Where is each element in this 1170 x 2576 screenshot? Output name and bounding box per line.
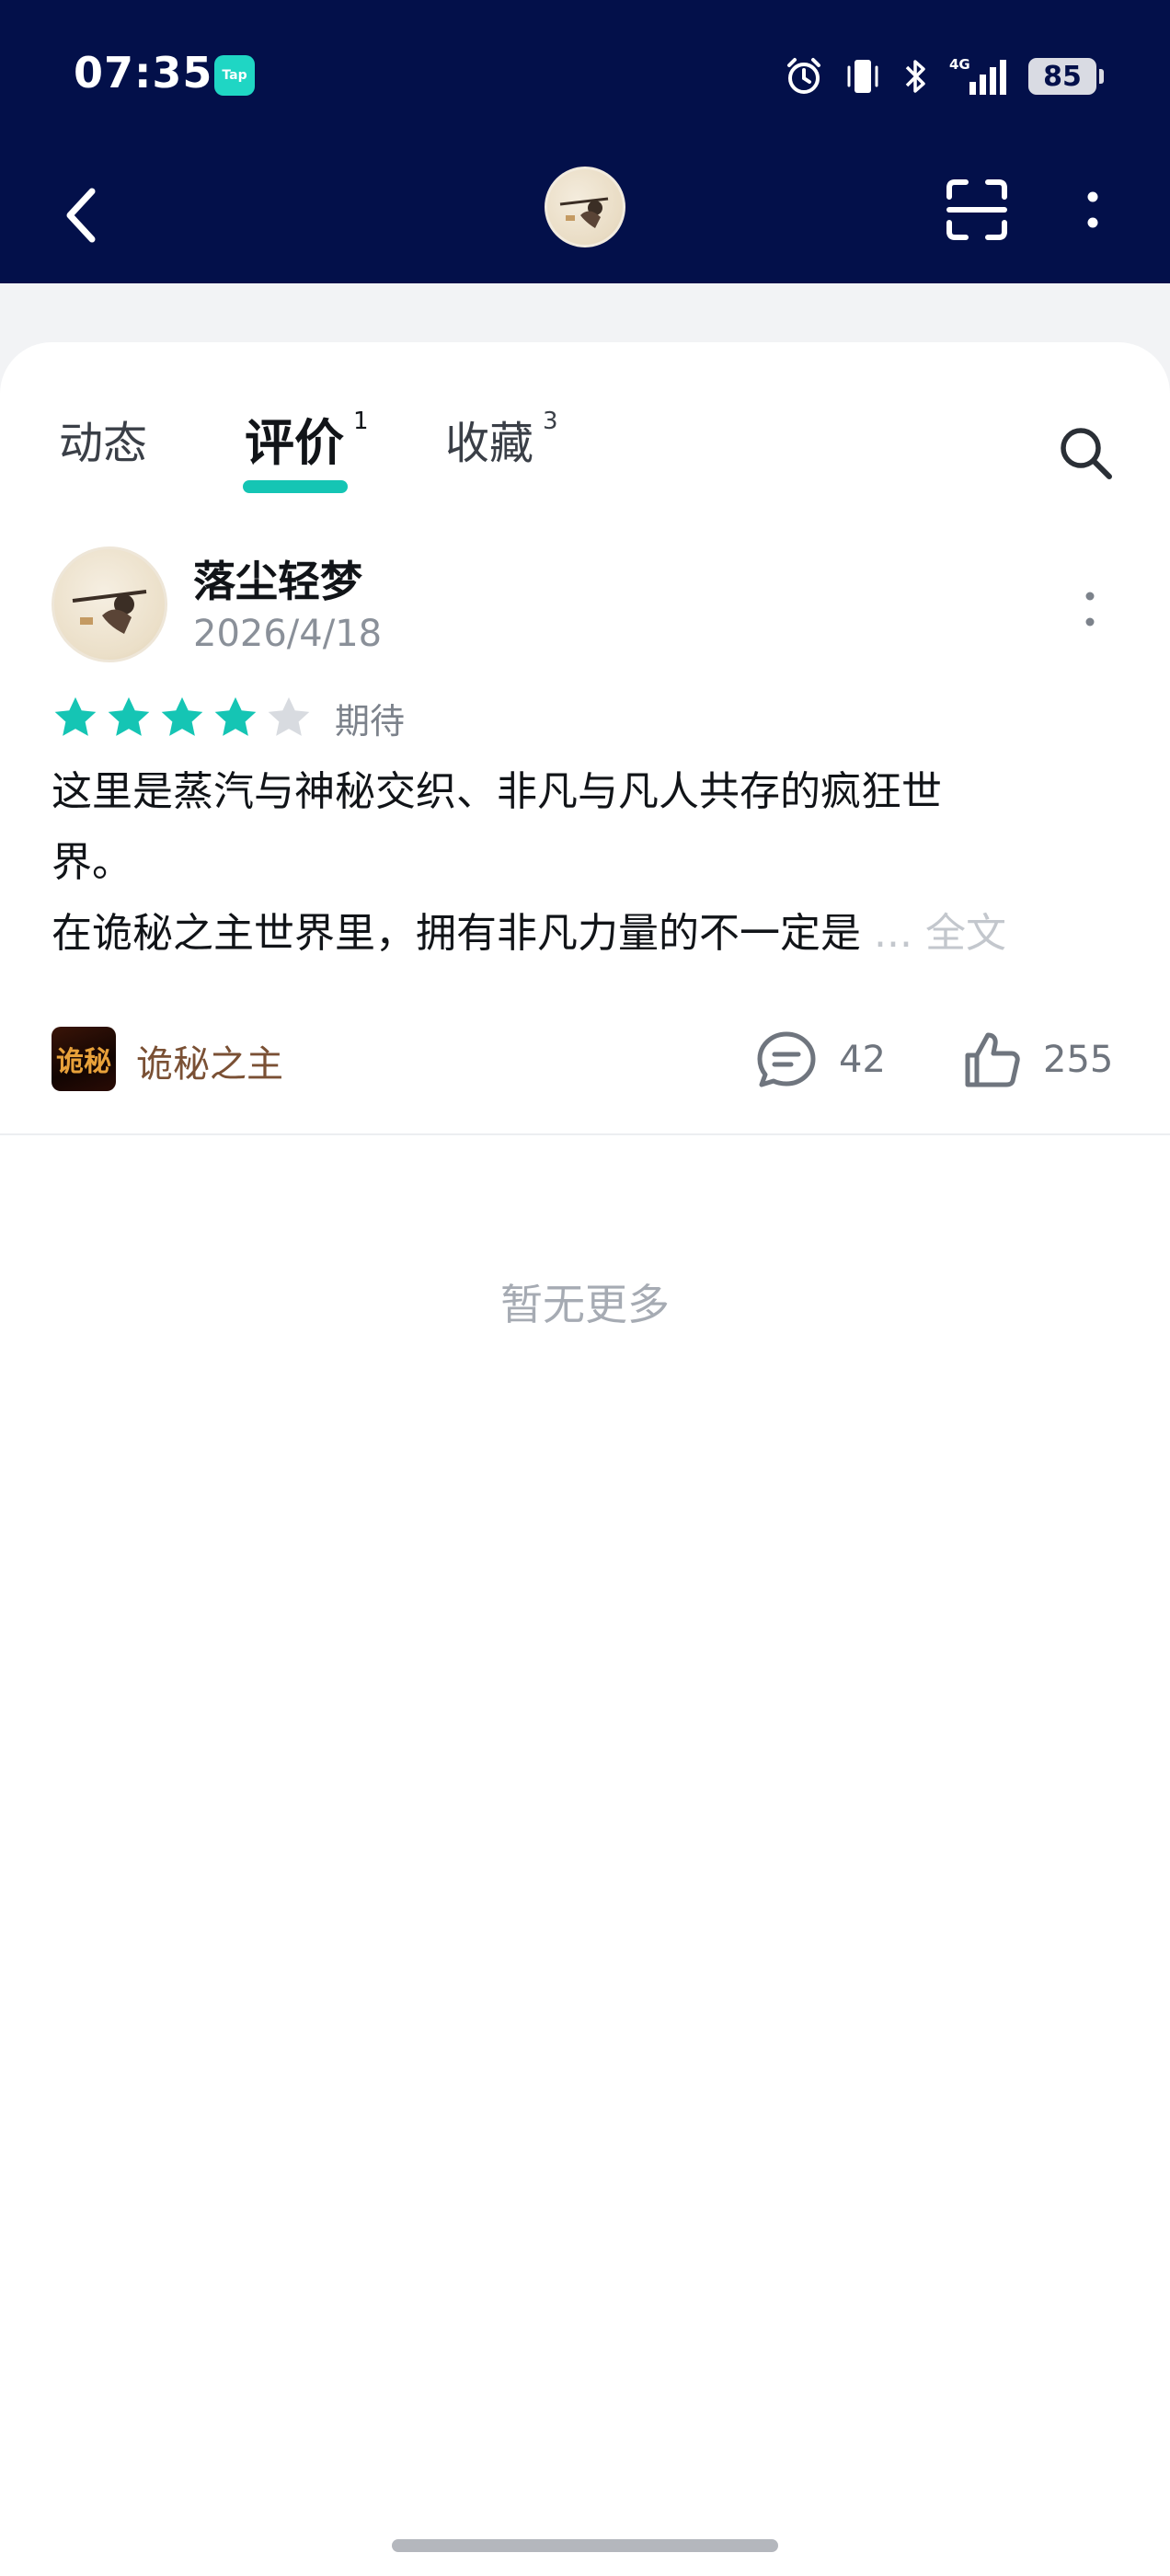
scan-button[interactable] (938, 171, 1015, 248)
vibrate-icon (847, 60, 878, 93)
review-text[interactable]: 这里是蒸汽与神秘交织、非凡与凡人共存的疯狂世 界。 在诡秘之主世界里，拥有非凡力… (52, 756, 1118, 969)
comment-count: 42 (839, 1039, 886, 1081)
more-vertical-icon (1087, 191, 1098, 228)
nav-bar (0, 149, 1170, 283)
avatar-artwork-icon (559, 197, 609, 228)
status-icons: 4G 85 (784, 52, 1104, 101)
comment-icon (757, 1031, 816, 1087)
status-time: 07:35 (74, 48, 213, 98)
tab-reviews[interactable]: 评价 1 (245, 397, 369, 489)
game-icon-text: 诡秘 (56, 1046, 111, 1078)
review-text-line-content: 在诡秘之主世界里，拥有非凡力量的不一定是 (52, 910, 861, 957)
tab-favorites[interactable]: 收藏 3 (445, 397, 558, 489)
alarm-icon (787, 58, 820, 94)
top-header: 07:35 Tap 4G 85 (0, 0, 1170, 283)
review-item[interactable]: 落尘轻梦 2026/4/18 期待 这里是蒸汽与神秘交织、非凡与凡人共存的疯狂世… (0, 535, 1170, 1133)
status-bar: 07:35 Tap 4G 85 (0, 0, 1170, 149)
tab-count: 1 (353, 408, 369, 435)
tab-label: 收藏 (445, 418, 534, 469)
star-filled-icon (161, 696, 203, 736)
no-more-text: 暂无更多 (500, 1280, 670, 1329)
active-tab-indicator (243, 480, 348, 493)
tab-label: 评价 (245, 414, 344, 472)
battery-level: 85 (1043, 60, 1082, 93)
review-date: 2026/4/18 (193, 613, 383, 655)
expand-full-text-link[interactable]: ... 全文 (874, 910, 1006, 957)
divider (0, 1133, 1170, 1135)
more-vertical-icon (1085, 592, 1095, 627)
search-button[interactable] (1049, 416, 1122, 489)
tap-app-icon: Tap (214, 55, 255, 96)
signal-icon: 4G (949, 56, 1006, 95)
game-name-link[interactable]: 诡秘之主 (136, 1034, 283, 1087)
more-options-button[interactable] (1067, 171, 1118, 248)
thumbs-up-icon (965, 1032, 1020, 1087)
review-text-line: 在诡秘之主世界里，拥有非凡力量的不一定是 ... 全文 (52, 898, 1118, 969)
tab-bar: 动态 评价 1 收藏 3 (0, 397, 1170, 499)
comment-button[interactable]: 42 (754, 1023, 886, 1097)
home-indicator[interactable] (392, 2539, 778, 2552)
tab-activity[interactable]: 动态 (59, 397, 147, 489)
tab-label: 动态 (59, 418, 148, 469)
bluetooth-icon (905, 60, 925, 93)
tab-count: 3 (543, 408, 558, 435)
rating-label: 期待 (335, 700, 406, 742)
like-count: 255 (1043, 1039, 1114, 1081)
back-arrow-icon (66, 188, 96, 243)
review-text-line: 界。 (52, 839, 132, 886)
review-footer: 诡秘 诡秘之主 42 255 (52, 1023, 1118, 1097)
avatar-artwork-icon (72, 590, 147, 634)
star-empty-icon (268, 696, 310, 736)
star-filled-icon (214, 696, 257, 736)
profile-avatar[interactable] (545, 167, 625, 247)
review-text-line: 这里是蒸汽与神秘交织、非凡与凡人共存的疯狂世 (52, 768, 942, 815)
star-filled-icon (108, 696, 150, 736)
content-card: 动态 评价 1 收藏 3 落尘轻梦 2026/4/18 期待 这里是蒸汽与神秘交… (0, 342, 1170, 2576)
review-more-button[interactable] (1067, 572, 1113, 646)
game-icon[interactable]: 诡秘 (52, 1027, 116, 1091)
like-button[interactable]: 255 (962, 1023, 1113, 1097)
battery-icon: 85 (1028, 58, 1104, 95)
review-username[interactable]: 落尘轻梦 (193, 548, 362, 609)
search-icon (1061, 428, 1112, 479)
avatar[interactable] (52, 546, 167, 662)
scan-icon (946, 179, 1007, 240)
back-button[interactable] (48, 177, 114, 254)
star-rating (52, 694, 313, 742)
rating-row: 期待 (52, 690, 405, 745)
star-filled-icon (54, 696, 97, 736)
svg-text:4G: 4G (949, 56, 970, 73)
